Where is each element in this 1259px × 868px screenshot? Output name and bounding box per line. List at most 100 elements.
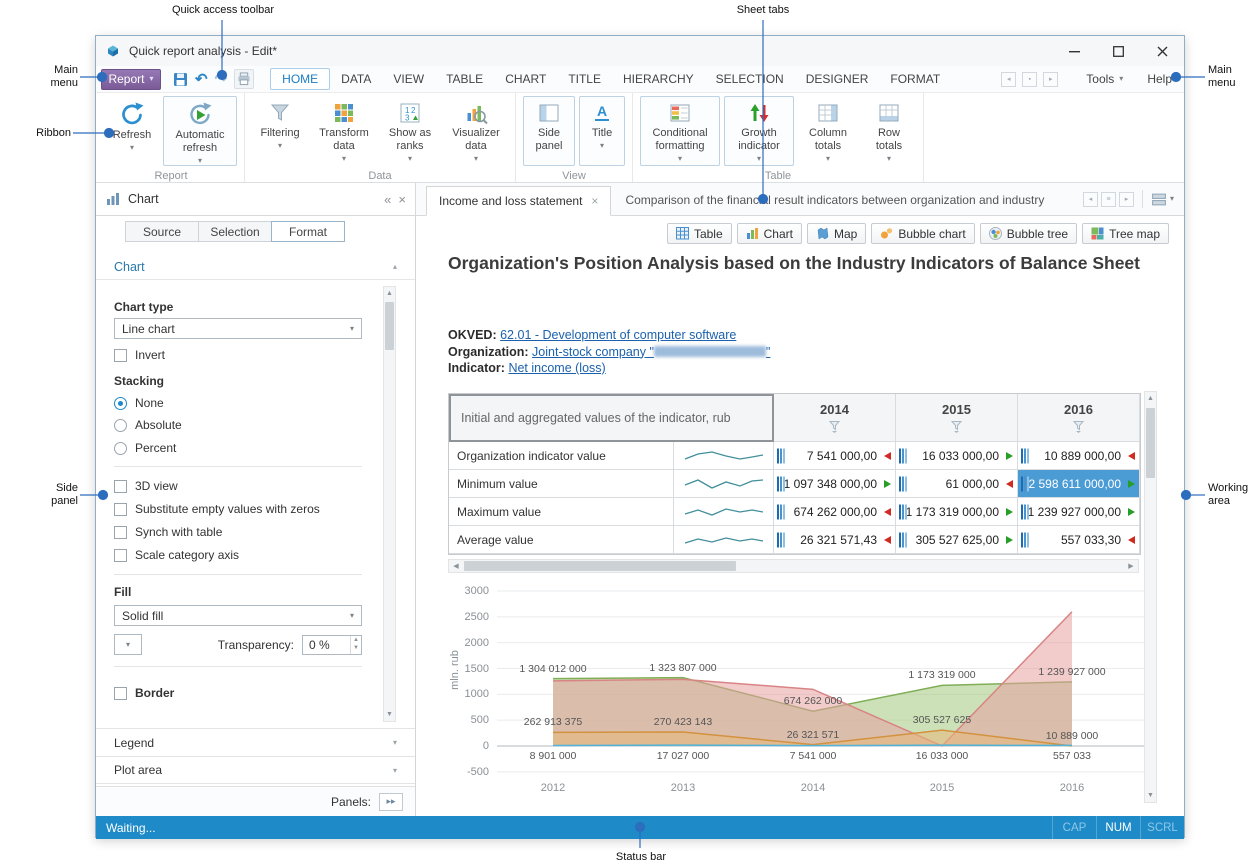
table-value-cell[interactable]: 305 527 625,00 <box>896 526 1018 554</box>
tab-list-button[interactable]: ▪ <box>1022 72 1037 87</box>
close-panel-icon[interactable]: × <box>398 192 406 207</box>
table-header-2016[interactable]: 2016 <box>1018 394 1140 442</box>
scroll-down-icon[interactable]: ▼ <box>384 708 395 721</box>
vertical-scrollbar[interactable]: ▲ ▼ <box>1144 391 1157 803</box>
section-plot-area[interactable]: Plot area ▾ <box>96 756 415 784</box>
scrollbar-thumb[interactable] <box>385 302 394 350</box>
checkbox-icon[interactable] <box>114 526 127 539</box>
minimize-button[interactable] <box>1052 36 1096 66</box>
panels-expand-button[interactable]: ▸▸ <box>379 793 403 811</box>
table-value-cell[interactable]: 7 541 000,00 <box>774 442 896 470</box>
tab-home[interactable]: HOME <box>270 68 330 90</box>
fill-select[interactable]: Solid fill▾ <box>114 605 362 626</box>
table-header-2014[interactable]: 2014 <box>774 394 896 442</box>
scroll-right-icon[interactable]: ▶ <box>1124 560 1138 572</box>
row-totals-button[interactable]: Row totals ▾ <box>862 96 916 166</box>
section-header-chart[interactable]: Chart ▴ <box>96 254 415 280</box>
scrollbar-thumb[interactable] <box>464 561 736 571</box>
border-option[interactable]: Border <box>114 686 174 700</box>
panel-tab-source[interactable]: Source <box>125 221 199 242</box>
option-3d-view[interactable]: 3D view <box>114 479 178 493</box>
option-scale-category-axis[interactable]: Scale category axis <box>114 548 239 562</box>
visualizer-table-button[interactable]: Table <box>667 223 732 244</box>
scroll-down-icon[interactable]: ▼ <box>1145 789 1156 802</box>
visualizer-bubble-tree-button[interactable]: Bubble tree <box>980 223 1077 244</box>
tab-designer[interactable]: DESIGNER <box>795 69 880 89</box>
radio-icon[interactable] <box>114 442 127 455</box>
row-label[interactable]: Average value <box>449 526 674 554</box>
chevron-down-icon[interactable]: ▾ <box>1170 195 1174 203</box>
side-panel-scrollbar[interactable]: ▲ ▼ <box>383 286 396 722</box>
side-panel-button[interactable]: Side panel <box>523 96 575 166</box>
section-legend[interactable]: Legend ▾ <box>96 728 415 756</box>
scroll-up-icon[interactable]: ▲ <box>384 287 395 300</box>
sheet-tab-active[interactable]: Income and loss statement × <box>426 186 611 216</box>
spinner-icon[interactable]: ▲▼ <box>350 636 361 654</box>
fill-color-button[interactable]: ▾ <box>114 634 142 655</box>
tab-scroll-left-button[interactable]: ◂ <box>1001 72 1016 87</box>
report-menu-button[interactable]: Report▾ <box>101 69 161 90</box>
table-value-cell[interactable]: 10 889 000,00 <box>1018 442 1140 470</box>
table-value-cell[interactable]: 1 173 319 000,00 <box>896 498 1018 526</box>
transparency-input[interactable]: 0 % ▲▼ <box>302 635 362 655</box>
print-button[interactable] <box>234 69 254 89</box>
transform-data-button[interactable]: Transform data ▾ <box>312 96 376 166</box>
table-value-cell[interactable]: 2 598 611 000,00 <box>1018 470 1140 498</box>
checkbox-icon[interactable] <box>114 349 127 362</box>
checkbox-icon[interactable] <box>114 549 127 562</box>
filter-icon[interactable] <box>1072 420 1085 433</box>
scroll-left-icon[interactable]: ◀ <box>449 560 463 572</box>
tab-format[interactable]: FORMAT <box>879 69 951 89</box>
radio-icon[interactable] <box>114 397 127 410</box>
automatic-refresh-button[interactable]: Automatic refresh ▾ <box>163 96 237 166</box>
table-header-2015[interactable]: 2015 <box>896 394 1018 442</box>
maximize-button[interactable] <box>1096 36 1140 66</box>
table-value-cell[interactable]: 26 321 571,43 <box>774 526 896 554</box>
visualizer-map-button[interactable]: Map <box>807 223 866 244</box>
column-totals-button[interactable]: Column totals ▾ <box>798 96 858 166</box>
stacking-option-none[interactable]: None <box>114 396 164 410</box>
title-button[interactable]: A Title ▾ <box>579 96 625 166</box>
okved-link[interactable]: 62.01 - Development of computer software <box>500 328 736 342</box>
row-label[interactable]: Organization indicator value <box>449 442 674 470</box>
show-as-ranks-button[interactable]: 123 Show as ranks ▾ <box>380 96 440 166</box>
tab-data[interactable]: DATA <box>330 69 382 89</box>
visualizer-data-button[interactable]: Visualizer data ▾ <box>444 96 508 166</box>
panel-tab-selection[interactable]: Selection <box>198 221 272 242</box>
tab-table[interactable]: TABLE <box>435 69 494 89</box>
tab-hierarchy[interactable]: HIERARCHY <box>612 69 705 89</box>
row-label[interactable]: Maximum value <box>449 498 674 526</box>
save-icon[interactable] <box>173 72 188 87</box>
tab-scroll-right-button[interactable]: ▸ <box>1043 72 1058 87</box>
table-value-cell[interactable]: 1 239 927 000,00 <box>1018 498 1140 526</box>
option-synch-with-table[interactable]: Synch with table <box>114 525 222 539</box>
table-value-cell[interactable]: 1 097 348 000,00 <box>774 470 896 498</box>
checkbox-icon[interactable] <box>114 503 127 516</box>
invert-option[interactable]: Invert <box>114 348 165 362</box>
scroll-up-icon[interactable]: ▲ <box>1145 392 1156 405</box>
checkbox-icon[interactable] <box>114 687 127 700</box>
table-value-cell[interactable]: 16 033 000,00 <box>896 442 1018 470</box>
close-sheet-icon[interactable]: × <box>591 194 598 208</box>
tab-selection[interactable]: SELECTION <box>705 69 795 89</box>
split-layout-icon[interactable] <box>1151 192 1167 207</box>
visualizer-chart-button[interactable]: Chart <box>737 223 802 244</box>
table-header-merged[interactable]: Initial and aggregated values of the ind… <box>449 394 774 442</box>
chart-type-select[interactable]: Line chart▾ <box>114 318 362 339</box>
tab-view[interactable]: VIEW <box>382 69 435 89</box>
indicator-link[interactable]: Net income (loss) <box>508 361 605 375</box>
collapse-panel-icon[interactable]: « <box>384 192 391 207</box>
table-value-cell[interactable]: 61 000,00 <box>896 470 1018 498</box>
help-menu[interactable]: Help <box>1147 72 1172 86</box>
visualizer-tree-map-button[interactable]: Tree map <box>1082 223 1169 244</box>
organization-link[interactable]: Joint-stock company "" <box>532 345 770 359</box>
filter-icon[interactable] <box>950 420 963 433</box>
filter-icon[interactable] <box>828 420 841 433</box>
visualizer-bubble-chart-button[interactable]: Bubble chart <box>871 223 974 244</box>
redo-icon[interactable]: ↷ <box>215 70 228 88</box>
panel-tab-format[interactable]: Format <box>271 221 345 242</box>
refresh-button[interactable]: Refresh ▾ <box>105 96 159 166</box>
stacking-option-absolute[interactable]: Absolute <box>114 418 182 432</box>
option-substitute-empty[interactable]: Substitute empty values with zeros <box>114 502 320 516</box>
radio-icon[interactable] <box>114 419 127 432</box>
